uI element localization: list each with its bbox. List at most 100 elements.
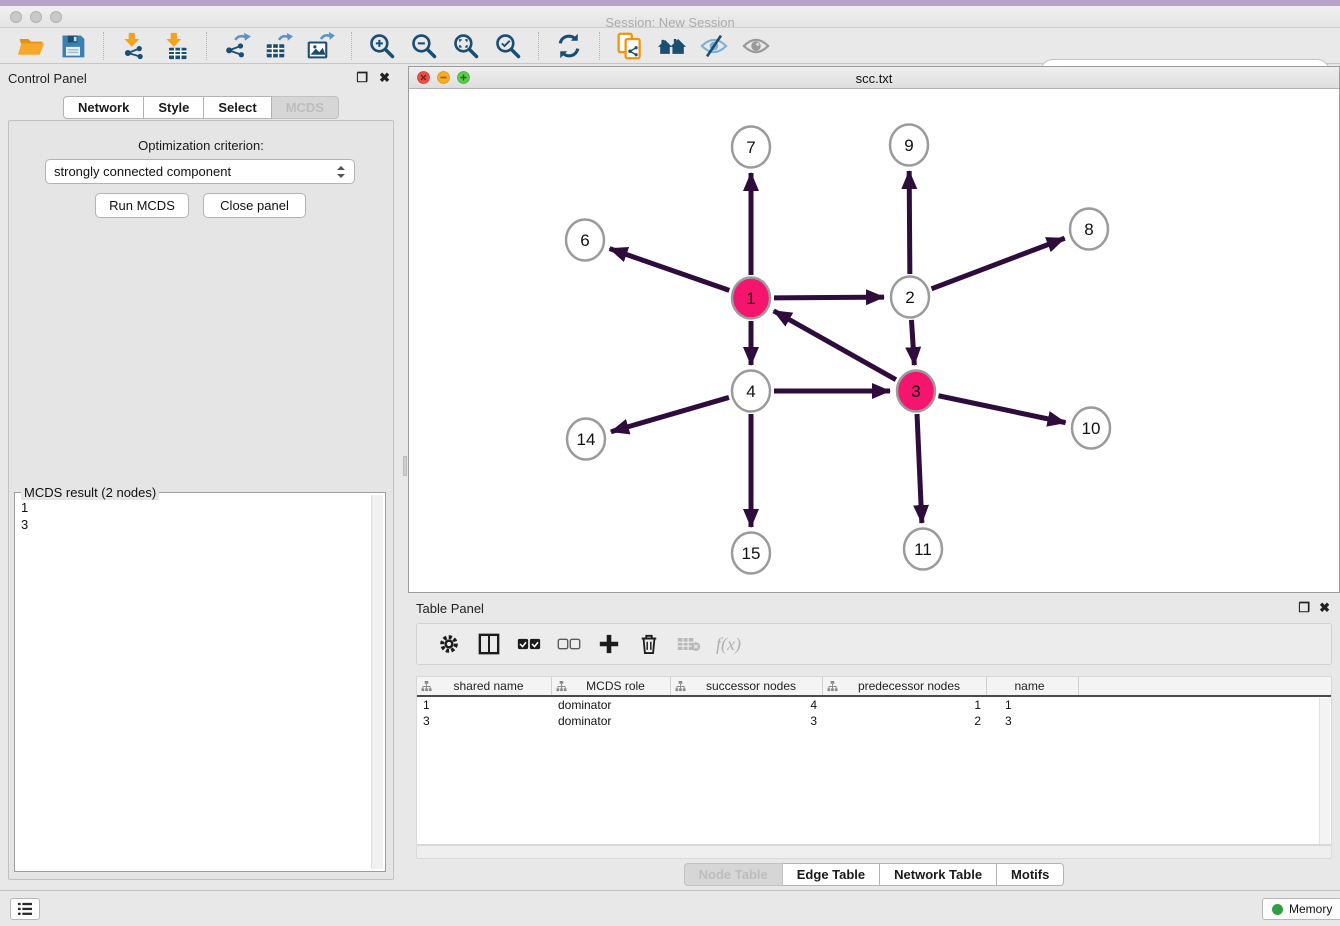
selected-criterion: strongly connected component	[54, 164, 231, 179]
tab-node-table[interactable]: Node Table	[684, 863, 783, 886]
close-panel-icon[interactable]: ✖	[379, 70, 390, 86]
graph-node-3[interactable]: 3	[897, 371, 935, 412]
cell-mcds-role[interactable]: dominator	[552, 713, 671, 729]
zoom-in-icon[interactable]	[367, 31, 397, 61]
edge-2-9[interactable]	[909, 171, 910, 274]
deselect-all-columns-icon[interactable]	[556, 631, 582, 657]
table-horizontal-scrollbar[interactable]	[416, 845, 1332, 859]
export-table-icon[interactable]	[264, 31, 294, 61]
node-label: 1	[746, 289, 755, 308]
graph-node-2[interactable]: 2	[891, 277, 929, 318]
cell-successor-nodes[interactable]: 4	[671, 697, 823, 713]
control-panel-title: Control Panel	[8, 71, 87, 86]
cell-name[interactable]: 3	[987, 713, 1079, 729]
result-scrollbar[interactable]	[371, 495, 383, 869]
table-tabs: Node Table Edge Table Network Table Moti…	[408, 863, 1340, 886]
table-row[interactable]: 1 dominator 4 1 1	[417, 697, 1331, 713]
tab-motifs[interactable]: Motifs	[997, 863, 1064, 886]
list-icon	[17, 902, 33, 916]
edge-1-2[interactable]	[774, 297, 884, 298]
close-panel-button[interactable]: Close panel	[203, 193, 306, 218]
edge-3-1[interactable]	[774, 311, 896, 380]
open-session-icon[interactable]	[16, 31, 46, 61]
memory-button[interactable]: Memory	[1262, 898, 1340, 920]
edge-3-11[interactable]	[917, 414, 922, 523]
graph-node-6[interactable]: 6	[566, 220, 604, 261]
network-canvas-svg[interactable]: 7 9 6 8 1 2 4 3 14 10 15 11	[409, 89, 1339, 592]
refresh-icon[interactable]	[554, 31, 584, 61]
task-history-button[interactable]	[10, 898, 40, 920]
control-panel-tabs: Network Style Select MCDS	[0, 96, 402, 119]
export-network-icon[interactable]	[222, 31, 252, 61]
graph-node-10[interactable]: 10	[1072, 408, 1110, 449]
cell-shared-name[interactable]: 3	[417, 713, 552, 729]
table-settings-gear-icon[interactable]	[436, 631, 462, 657]
edge-2-3[interactable]	[911, 320, 914, 365]
node-label: 14	[577, 430, 596, 449]
cell-name[interactable]: 1	[987, 697, 1079, 713]
column-header-successor-nodes[interactable]: successor nodes	[671, 677, 823, 695]
edge-4-14[interactable]	[611, 397, 729, 431]
node-label: 11	[914, 540, 932, 559]
edge-1-6[interactable]	[610, 249, 730, 291]
show-columns-icon[interactable]	[476, 631, 502, 657]
graph-node-9[interactable]: 9	[890, 125, 928, 166]
node-label: 10	[1082, 419, 1101, 438]
table-vertical-scrollbar[interactable]	[1319, 698, 1330, 844]
column-header-name[interactable]: name	[987, 677, 1079, 695]
column-header-predecessor-nodes[interactable]: predecessor nodes	[823, 677, 987, 695]
export-image-icon[interactable]	[306, 31, 336, 61]
tab-network[interactable]: Network	[63, 96, 144, 119]
node-label: 2	[905, 288, 914, 307]
graph-node-15[interactable]: 15	[732, 533, 770, 574]
cell-shared-name[interactable]: 1	[417, 697, 552, 713]
run-mcds-button[interactable]: Run MCDS	[95, 193, 189, 218]
table-row[interactable]: 3 dominator 3 2 3	[417, 713, 1331, 729]
save-session-icon[interactable]	[58, 31, 88, 61]
column-header-shared-name[interactable]: shared name	[417, 677, 552, 695]
tab-network-table[interactable]: Network Table	[880, 863, 997, 886]
eye-slash-icon[interactable]	[699, 31, 729, 61]
tab-mcds[interactable]: MCDS	[272, 96, 339, 119]
float-panel-icon[interactable]: ❐	[356, 70, 368, 86]
column-header-mcds-role[interactable]: MCDS role	[552, 677, 671, 695]
table-float-icon[interactable]: ❐	[1298, 600, 1310, 616]
graph-node-4[interactable]: 4	[732, 371, 770, 412]
mcds-result-list: 1 3	[15, 495, 371, 869]
mcds-result-item[interactable]: 1	[21, 499, 365, 516]
optimization-criterion-select[interactable]: strongly connected component	[45, 159, 355, 184]
table-close-icon[interactable]: ✖	[1319, 600, 1330, 616]
duplicate-network-icon[interactable]	[615, 31, 645, 61]
delete-column-trash-icon[interactable]	[636, 631, 662, 657]
mcds-result-item[interactable]: 3	[21, 516, 365, 533]
cell-predecessor-nodes[interactable]: 2	[823, 713, 987, 729]
tab-style[interactable]: Style	[144, 96, 204, 119]
tab-select[interactable]: Select	[204, 96, 271, 119]
toolbar-separator	[538, 32, 539, 60]
cell-successor-nodes[interactable]: 3	[671, 713, 823, 729]
node-label: 9	[904, 136, 913, 155]
cell-mcds-role[interactable]: dominator	[552, 697, 671, 713]
select-stepper-icon	[336, 165, 346, 179]
graph-node-1[interactable]: 1	[732, 278, 770, 319]
graph-node-8[interactable]: 8	[1070, 209, 1108, 250]
zoom-out-icon[interactable]	[409, 31, 439, 61]
graph-node-14[interactable]: 14	[567, 419, 605, 460]
edge-3-10[interactable]	[939, 396, 1066, 423]
create-column-icon[interactable]	[596, 631, 622, 657]
table-panel: Table Panel ❐ ✖	[408, 597, 1340, 890]
edge-2-8[interactable]	[932, 238, 1065, 289]
import-table-icon[interactable]	[161, 31, 191, 61]
select-all-columns-icon[interactable]	[516, 631, 542, 657]
zoom-selected-icon[interactable]	[493, 31, 523, 61]
zoom-fit-icon[interactable]	[451, 31, 481, 61]
graph-node-11[interactable]: 11	[904, 529, 942, 570]
splitter-grip[interactable]	[403, 456, 407, 476]
graph-node-7[interactable]: 7	[732, 127, 770, 168]
tab-edge-table[interactable]: Edge Table	[783, 863, 880, 886]
cell-predecessor-nodes[interactable]: 1	[823, 697, 987, 713]
import-network-icon[interactable]	[119, 31, 149, 61]
houses-icon[interactable]	[657, 31, 687, 61]
eye-icon[interactable]	[741, 31, 771, 61]
main-toolbar	[0, 28, 1340, 64]
